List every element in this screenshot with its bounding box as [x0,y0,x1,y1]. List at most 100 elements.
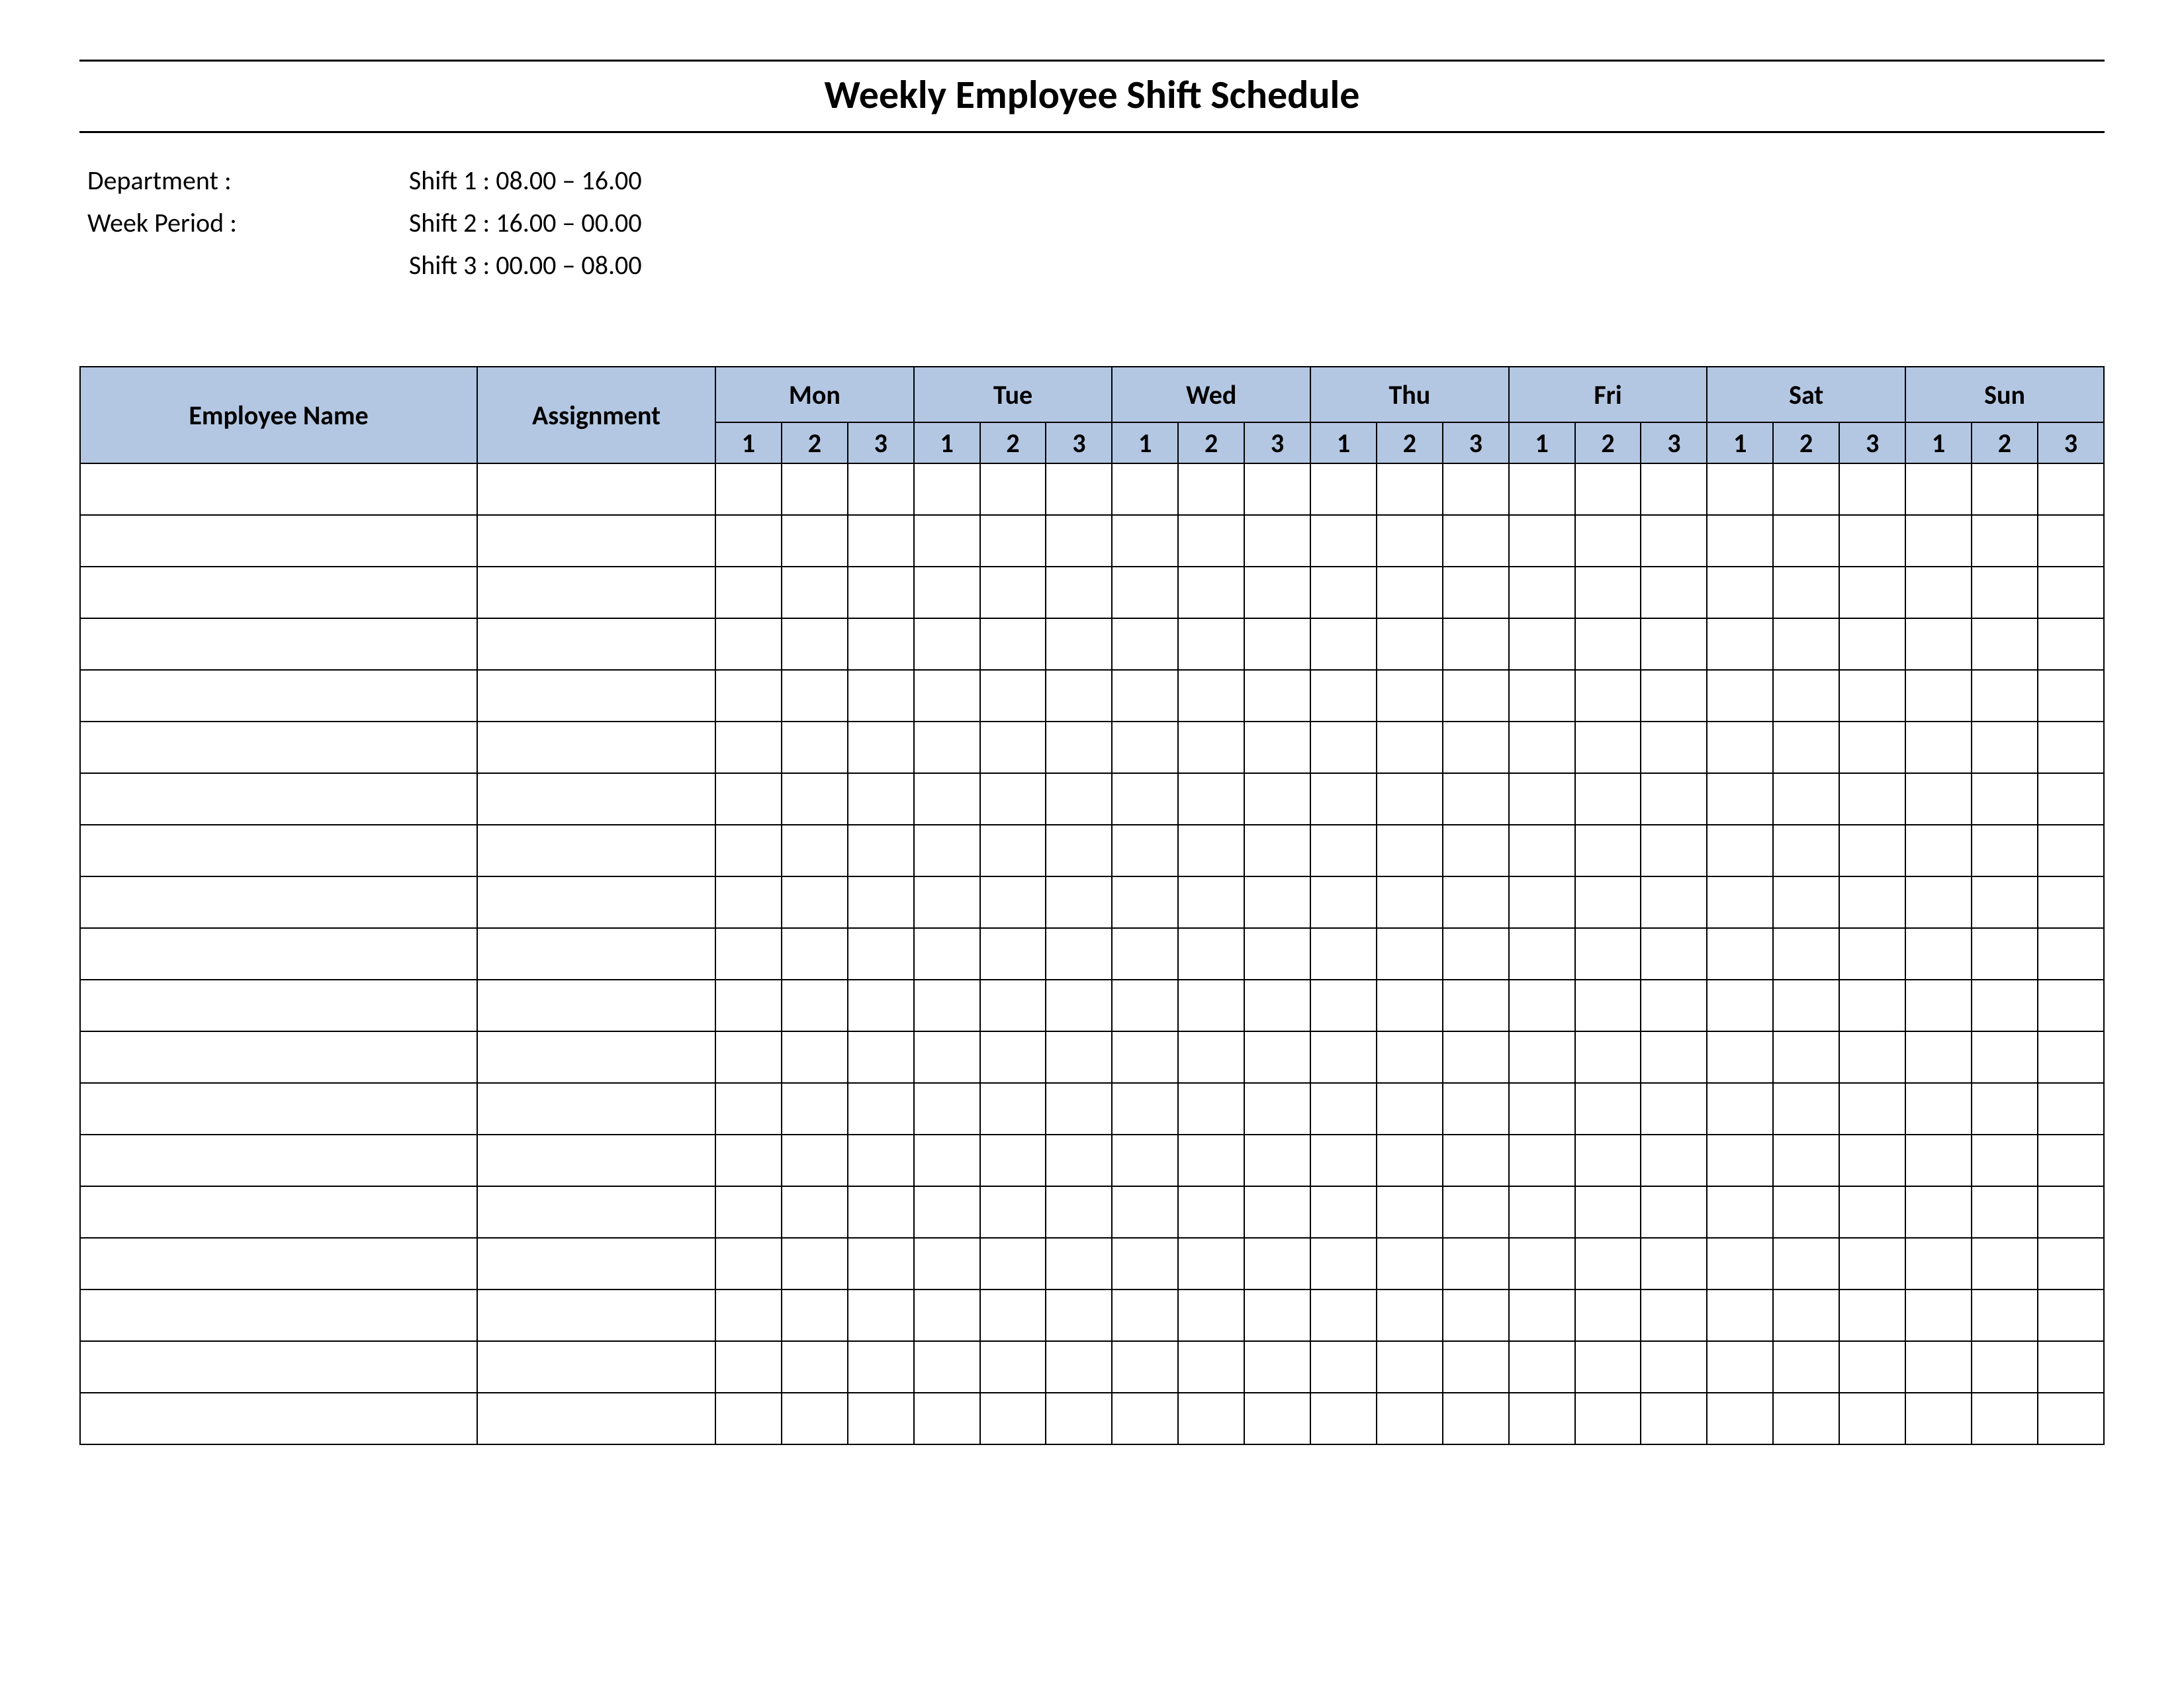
cell-shift[interactable] [1773,825,1839,876]
cell-shift[interactable] [1112,928,1178,980]
cell-employee-name[interactable] [80,1238,477,1289]
cell-shift[interactable] [1972,876,2038,928]
cell-employee-name[interactable] [80,773,477,825]
cell-shift[interactable] [980,515,1046,567]
cell-employee-name[interactable] [80,1083,477,1135]
cell-shift[interactable] [1046,670,1112,722]
cell-shift[interactable] [1972,825,2038,876]
cell-shift[interactable] [1310,980,1377,1031]
cell-shift[interactable] [1046,567,1112,618]
cell-shift[interactable] [1112,722,1178,773]
cell-shift[interactable] [1839,1083,1905,1135]
cell-shift[interactable] [1443,980,1509,1031]
cell-shift[interactable] [2038,1135,2104,1186]
cell-shift[interactable] [1046,773,1112,825]
cell-shift[interactable] [1839,463,1905,515]
cell-employee-name[interactable] [80,515,477,567]
cell-shift[interactable] [1377,928,1443,980]
cell-shift[interactable] [980,1135,1046,1186]
cell-shift[interactable] [1905,980,1972,1031]
cell-shift[interactable] [1310,1083,1377,1135]
cell-shift[interactable] [1641,980,1707,1031]
cell-shift[interactable] [1112,1135,1178,1186]
cell-shift[interactable] [1773,1031,1839,1083]
cell-assignment[interactable] [477,1135,715,1186]
cell-shift[interactable] [1972,928,2038,980]
cell-shift[interactable] [1972,567,2038,618]
cell-shift[interactable] [980,1341,1046,1393]
cell-shift[interactable] [1178,1083,1244,1135]
cell-shift[interactable] [980,1393,1046,1444]
cell-shift[interactable] [1244,1031,1310,1083]
cell-shift[interactable] [1244,1083,1310,1135]
cell-shift[interactable] [782,1393,848,1444]
cell-shift[interactable] [1046,980,1112,1031]
cell-shift[interactable] [2038,515,2104,567]
cell-shift[interactable] [1773,670,1839,722]
cell-shift[interactable] [1046,1186,1112,1238]
cell-shift[interactable] [1575,928,1641,980]
cell-assignment[interactable] [477,670,715,722]
cell-shift[interactable] [1905,1238,1972,1289]
cell-shift[interactable] [1244,1135,1310,1186]
cell-shift[interactable] [1178,722,1244,773]
cell-shift[interactable] [1575,1341,1641,1393]
cell-shift[interactable] [1443,1341,1509,1393]
cell-shift[interactable] [1046,1393,1112,1444]
cell-shift[interactable] [1046,1289,1112,1341]
cell-shift[interactable] [848,1031,914,1083]
cell-shift[interactable] [1839,1238,1905,1289]
cell-shift[interactable] [914,1031,980,1083]
cell-shift[interactable] [782,876,848,928]
cell-shift[interactable] [1972,1135,2038,1186]
cell-shift[interactable] [715,1341,782,1393]
cell-shift[interactable] [1905,1289,1972,1341]
cell-shift[interactable] [1178,876,1244,928]
cell-shift[interactable] [1707,1341,1773,1393]
cell-assignment[interactable] [477,1289,715,1341]
cell-shift[interactable] [1509,980,1575,1031]
cell-shift[interactable] [1509,876,1575,928]
cell-shift[interactable] [1377,567,1443,618]
cell-shift[interactable] [1905,773,1972,825]
cell-shift[interactable] [1575,618,1641,670]
cell-shift[interactable] [782,1289,848,1341]
cell-shift[interactable] [715,1083,782,1135]
cell-shift[interactable] [1905,1186,1972,1238]
cell-shift[interactable] [2038,1341,2104,1393]
cell-shift[interactable] [1707,773,1773,825]
cell-shift[interactable] [782,1083,848,1135]
cell-shift[interactable] [715,928,782,980]
cell-shift[interactable] [1377,618,1443,670]
cell-shift[interactable] [848,980,914,1031]
cell-shift[interactable] [1773,876,1839,928]
cell-shift[interactable] [1046,722,1112,773]
cell-shift[interactable] [715,980,782,1031]
cell-shift[interactable] [1244,567,1310,618]
cell-shift[interactable] [1707,670,1773,722]
cell-shift[interactable] [1972,980,2038,1031]
cell-shift[interactable] [980,1238,1046,1289]
cell-shift[interactable] [914,876,980,928]
cell-shift[interactable] [1839,928,1905,980]
cell-assignment[interactable] [477,928,715,980]
cell-shift[interactable] [1178,670,1244,722]
cell-shift[interactable] [1377,1289,1443,1341]
cell-shift[interactable] [1310,515,1377,567]
cell-shift[interactable] [715,618,782,670]
cell-shift[interactable] [715,1186,782,1238]
cell-shift[interactable] [1244,980,1310,1031]
cell-shift[interactable] [1972,1289,2038,1341]
cell-shift[interactable] [980,463,1046,515]
cell-shift[interactable] [1905,876,1972,928]
cell-assignment[interactable] [477,825,715,876]
cell-shift[interactable] [1112,618,1178,670]
cell-shift[interactable] [782,567,848,618]
cell-shift[interactable] [2038,1083,2104,1135]
cell-shift[interactable] [2038,980,2104,1031]
cell-shift[interactable] [914,515,980,567]
cell-shift[interactable] [1773,1083,1839,1135]
cell-shift[interactable] [1443,1031,1509,1083]
cell-shift[interactable] [1641,928,1707,980]
cell-shift[interactable] [1377,1341,1443,1393]
